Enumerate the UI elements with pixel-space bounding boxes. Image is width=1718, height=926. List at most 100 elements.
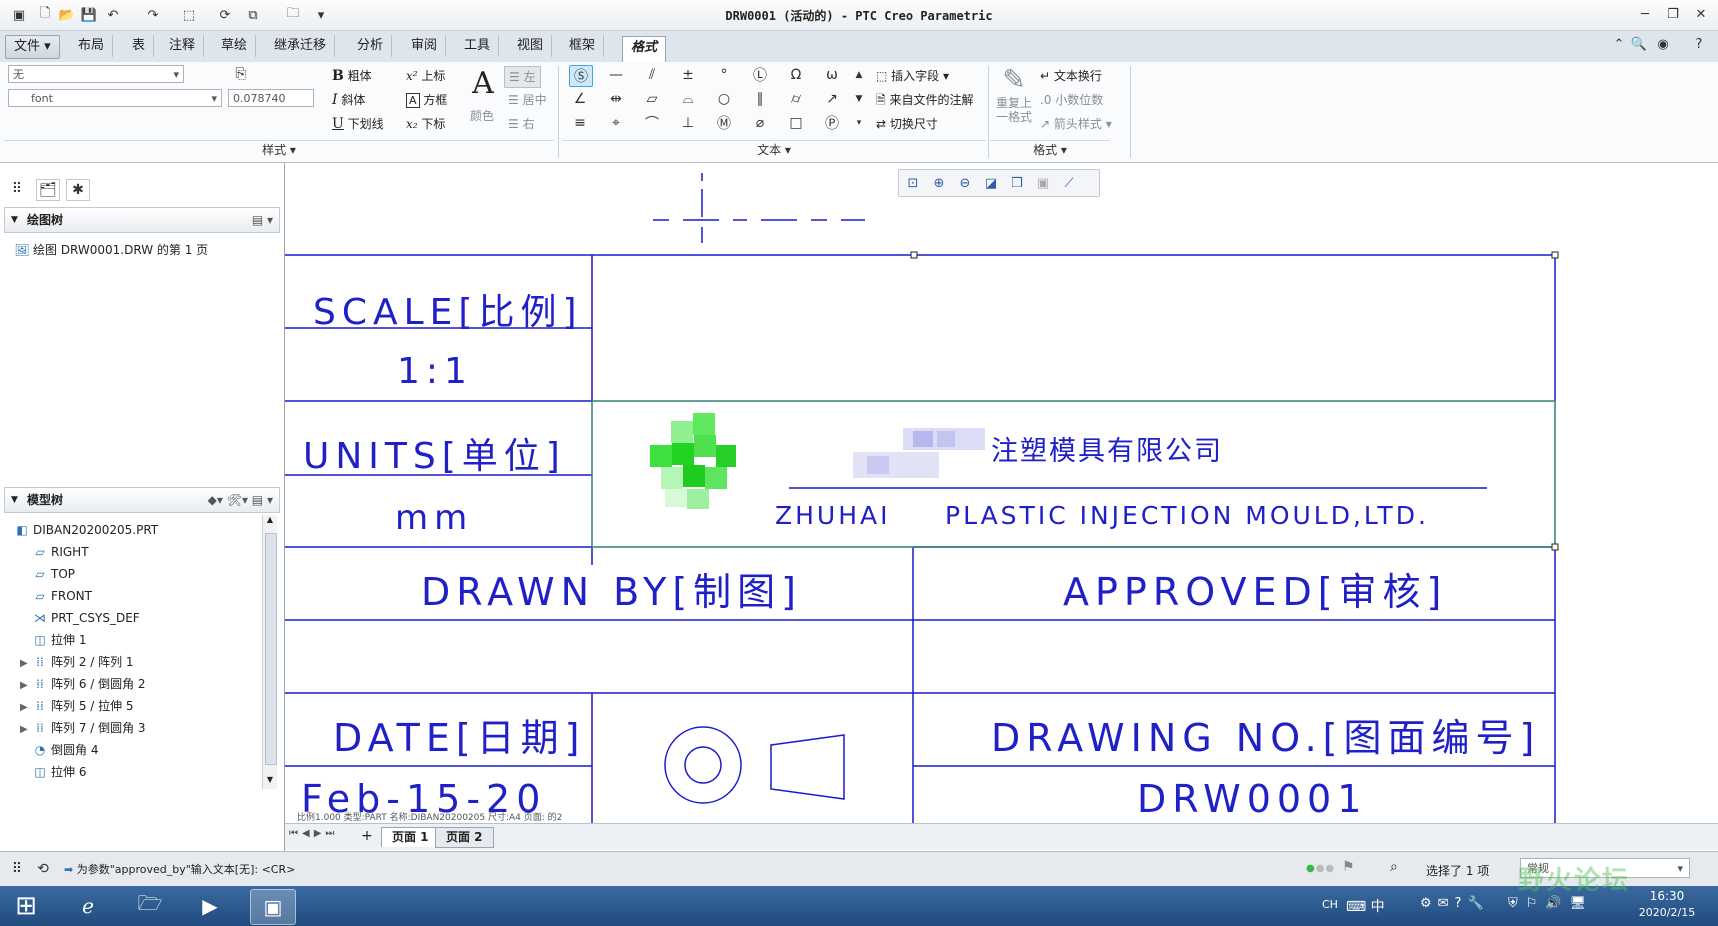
model-tree-item[interactable]: ◫ 拉伸 6 (32, 761, 86, 783)
model-tree-item[interactable]: ◫ 拉伸 1 (32, 629, 86, 651)
close-icon[interactable]: ✕ (1690, 5, 1712, 23)
tab-format[interactable]: 格式 (622, 36, 667, 63)
align-center-button[interactable]: ☰ 居中 (508, 90, 547, 110)
underline-button[interactable]: U 下划线 (332, 114, 384, 134)
profile-line-icon[interactable]: ⌒ (641, 113, 663, 133)
drawing-canvas[interactable]: ⊡ ⊕ ⊖ ◪ ❒ ▣ ⟋ SCALE[比例] 1:1 UNITS[单位] mm… (285, 163, 1718, 823)
tab-frame[interactable]: 框架 (561, 35, 605, 57)
help-icon[interactable]: ? (1690, 35, 1708, 53)
expand-icon[interactable]: ▶ (20, 675, 32, 697)
minimize-ribbon-icon[interactable]: ⌃ (1610, 35, 1628, 53)
restore-icon[interactable]: ❐ (1662, 5, 1684, 23)
text-color-icon[interactable]: A (468, 64, 498, 104)
folder-browser-tab-icon[interactable]: 🗂 (36, 179, 60, 201)
model-tree-item[interactable]: ▶ ⁞⁞ 阵列 7 / 倒圆角 3 (20, 717, 146, 739)
color-button[interactable]: 颜色 (470, 106, 494, 126)
scroll-down-icon[interactable]: ▼ (263, 775, 277, 789)
tab-table[interactable]: 表 (124, 35, 155, 57)
diameter-icon[interactable]: ⌀ (749, 113, 771, 133)
model-tree-item[interactable]: ⋊ PRT_CSYS_DEF (32, 607, 140, 629)
circularity-icon[interactable]: ○ (713, 89, 735, 109)
symmetry-icon[interactable]: ≡ (569, 113, 591, 133)
favorites-tab-icon[interactable]: ✱ (66, 179, 90, 201)
browser-toggle-icon[interactable]: ⟲ (32, 859, 54, 879)
tab-legacy-migration[interactable]: 继承迁移 (266, 35, 336, 57)
superscript-button[interactable]: x² 上标 (406, 66, 445, 86)
model-tree-tab-icon[interactable]: ⠿ (6, 179, 28, 199)
tab-file[interactable]: 文件 ▾ (5, 35, 60, 59)
plus-minus-icon[interactable]: ± (677, 65, 699, 85)
expand-icon[interactable]: ▶ (20, 697, 32, 719)
model-tree-item[interactable]: ▶ ⁞⁞ 阵列 2 / 阵列 1 (20, 651, 134, 673)
tree-tools-icon[interactable]: ◆▾ 🛠▾ ▤ ▾ (208, 488, 273, 512)
model-tree-item[interactable]: ▱ TOP (32, 563, 75, 585)
scale-value[interactable]: 1:1 (397, 351, 473, 392)
start-icon[interactable]: ⊞ (4, 889, 48, 923)
scroll-down-icon[interactable]: ▼ (852, 89, 866, 109)
model-tree-item[interactable]: ▶ ⁞⁞ 阵列 5 / 拉伸 5 (20, 695, 134, 717)
tree-settings-icon[interactable]: ▤ ▾ (252, 208, 273, 232)
flag-icon[interactable]: ⚑ (1342, 859, 1355, 875)
model-tree-item[interactable]: ▱ RIGHT (32, 541, 88, 563)
community-icon[interactable]: ◉ (1654, 35, 1672, 53)
more-symbols-icon[interactable]: ▾ (852, 113, 866, 133)
scroll-up-icon[interactable]: ▲ (852, 65, 866, 85)
symmetry-arrows-icon[interactable]: ⇹ (605, 89, 627, 109)
tab-review[interactable]: 审阅 (403, 35, 447, 57)
drawing-number-value[interactable]: DRW0001 (1137, 777, 1367, 821)
units-value[interactable]: mm (395, 498, 473, 538)
circle-p-icon[interactable]: Ⓟ (821, 113, 843, 133)
decimal-places-button[interactable]: .0 小数位数 (1040, 90, 1103, 110)
drawing-tree-item[interactable]: 🖼 绘图 DRW0001.DRW 的第 1 页 (14, 239, 208, 261)
line-symbol-icon[interactable]: — (605, 65, 627, 85)
style-select[interactable]: 无 ▾ (8, 65, 184, 83)
degree-icon[interactable]: ° (713, 65, 735, 85)
st-symbol-icon[interactable]: Ⓢ (569, 65, 593, 87)
cylindricity-icon[interactable]: ⌭ (785, 89, 807, 109)
expand-icon[interactable]: ▶ (20, 653, 32, 675)
drawing-tree-header[interactable]: ▼ 绘图树 ▤ ▾ (4, 207, 280, 233)
angularity-icon[interactable]: ∠ (569, 89, 591, 109)
collapse-icon[interactable]: ▼ (11, 488, 18, 512)
tab-analysis[interactable]: 分析 (349, 35, 393, 57)
circle-l-icon[interactable]: Ⓛ (749, 65, 771, 85)
bold-button[interactable]: B 粗体 (332, 66, 372, 86)
tray-icons[interactable]: ⚙✉?🔧 (1420, 896, 1490, 911)
tab-annotate[interactable]: 注释 (161, 35, 205, 57)
text-wrap-button[interactable]: ↵ 文本换行 (1040, 66, 1102, 86)
runout-icon[interactable]: ↗ (821, 89, 843, 109)
scroll-up-icon[interactable]: ▲ (263, 515, 277, 529)
square-icon[interactable]: □ (785, 113, 807, 133)
creo-taskbar-icon[interactable]: ▣ (250, 889, 296, 925)
small-omega-icon[interactable]: ω (821, 65, 843, 85)
model-tree-item[interactable]: ▱ FRONT (32, 585, 92, 607)
media-player-icon[interactable]: ▶ (188, 889, 232, 923)
search-icon[interactable]: 🔍 (1630, 35, 1648, 53)
omega-icon[interactable]: Ω (785, 65, 807, 85)
clock-time[interactable]: 16:30 (1632, 889, 1702, 903)
repeat-format-button[interactable]: 重复上一格式 (994, 96, 1034, 124)
parallelogram-icon[interactable]: ▱ (641, 89, 663, 109)
language-indicator[interactable]: CH (1322, 898, 1338, 911)
straightness-icon[interactable]: ⫽ (641, 65, 663, 85)
align-right-button[interactable]: ☰ 右 (508, 114, 535, 134)
system-tray-icons[interactable]: ⛨⚐🔊🖥 (1508, 896, 1594, 911)
model-tree-item[interactable]: ▶ ⁞⁞ 阵列 6 / 倒圆角 2 (20, 673, 146, 695)
perpendicular-icon[interactable]: ⊥ (677, 113, 699, 133)
add-sheet-icon[interactable]: + (359, 828, 375, 844)
tab-layout[interactable]: 布局 (70, 35, 114, 57)
scroll-thumb[interactable] (265, 533, 277, 765)
parallelism-icon[interactable]: ∥ (749, 89, 771, 109)
box-button[interactable]: A 方框 (406, 90, 447, 110)
font-select[interactable]: font ▾ (8, 89, 222, 107)
browser-icon[interactable]: ℯ (66, 889, 110, 923)
italic-button[interactable]: I 斜体 (332, 90, 365, 110)
sheet-tab-1[interactable]: 页面 1 (381, 827, 440, 847)
model-tree-scrollbar[interactable]: ▲ ▼ (262, 515, 277, 789)
expand-icon[interactable]: ▶ (20, 719, 32, 741)
collapse-icon[interactable]: ▼ (11, 208, 18, 232)
navigator-toggle-icon[interactable]: ⠿ (6, 859, 28, 879)
copy-style-icon[interactable]: ⎘ (230, 64, 252, 84)
tab-tools[interactable]: 工具 (456, 35, 500, 57)
sheet-nav-arrows-icon[interactable]: ⏮◀▶⏭ (289, 828, 338, 839)
